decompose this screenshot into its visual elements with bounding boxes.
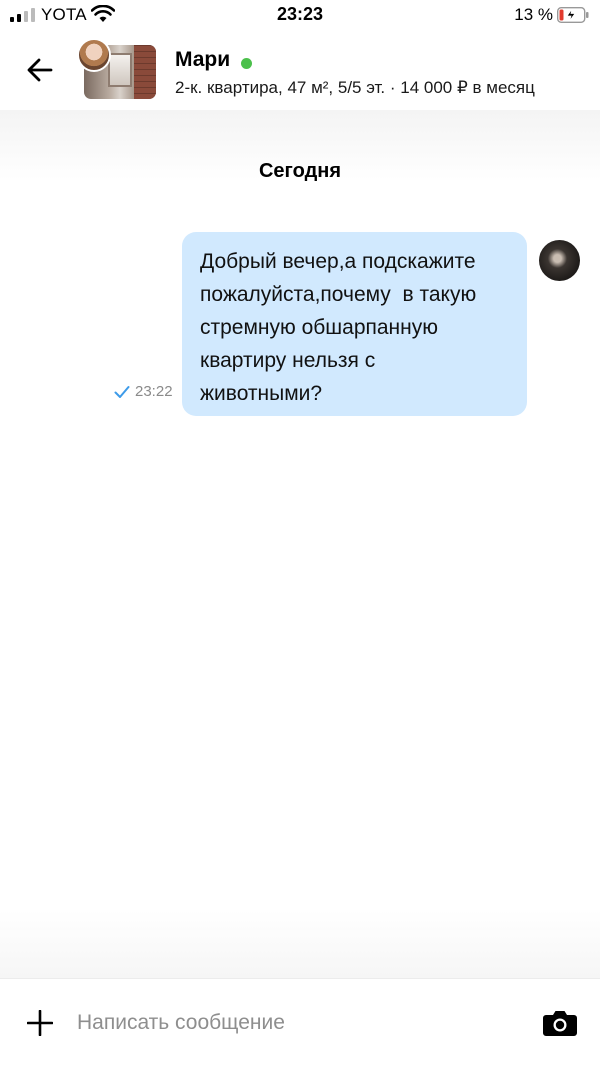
message-time: 23:22	[135, 383, 173, 400]
status-time: 23:23	[276, 4, 324, 24]
online-status-indicator	[241, 58, 252, 69]
message-text-line: пожалуйста,почему в такую	[200, 283, 477, 306]
listing-photo-window	[108, 53, 132, 87]
plus-icon[interactable]	[27, 1010, 53, 1036]
date-separator: Сегодня	[258, 160, 342, 182]
chat-header: Мари 2-к. квартира, 47 м², 5/5 эт. · 14 …	[0, 32, 600, 111]
battery-percent: 13 %	[514, 5, 553, 24]
message-text-line: стремную обшарпанную	[200, 316, 439, 339]
message-row: Добрый вечер,а подскажите пожалуйста,поч…	[0, 232, 600, 422]
message-list[interactable]: Сегодня Добрый вечер,а подскажите пожалу…	[0, 110, 600, 978]
status-bar: YOTA 23:23 13 %	[0, 0, 600, 32]
message-text-line: животными?	[200, 382, 323, 405]
camera-icon[interactable]	[542, 1009, 578, 1037]
message-text-line: квартиру нельзя с	[200, 349, 376, 372]
message-text-line: Добрый вечер,а подскажите	[200, 250, 476, 273]
message-composer	[0, 978, 600, 1067]
listing-info[interactable]: 2-к. квартира, 47 м², 5/5 эт. · 14 000 ₽…	[175, 78, 535, 98]
contact-avatar[interactable]	[77, 38, 111, 72]
contact-name[interactable]: Мари	[175, 48, 230, 72]
message-input[interactable]	[77, 1007, 497, 1039]
user-avatar	[539, 240, 580, 281]
battery-charging-icon	[557, 7, 589, 23]
listing-photo-wall	[134, 45, 156, 99]
back-arrow-icon[interactable]	[24, 54, 56, 86]
check-icon	[114, 386, 130, 398]
message-bubble-outgoing[interactable]: Добрый вечер,а подскажите пожалуйста,поч…	[182, 232, 527, 416]
